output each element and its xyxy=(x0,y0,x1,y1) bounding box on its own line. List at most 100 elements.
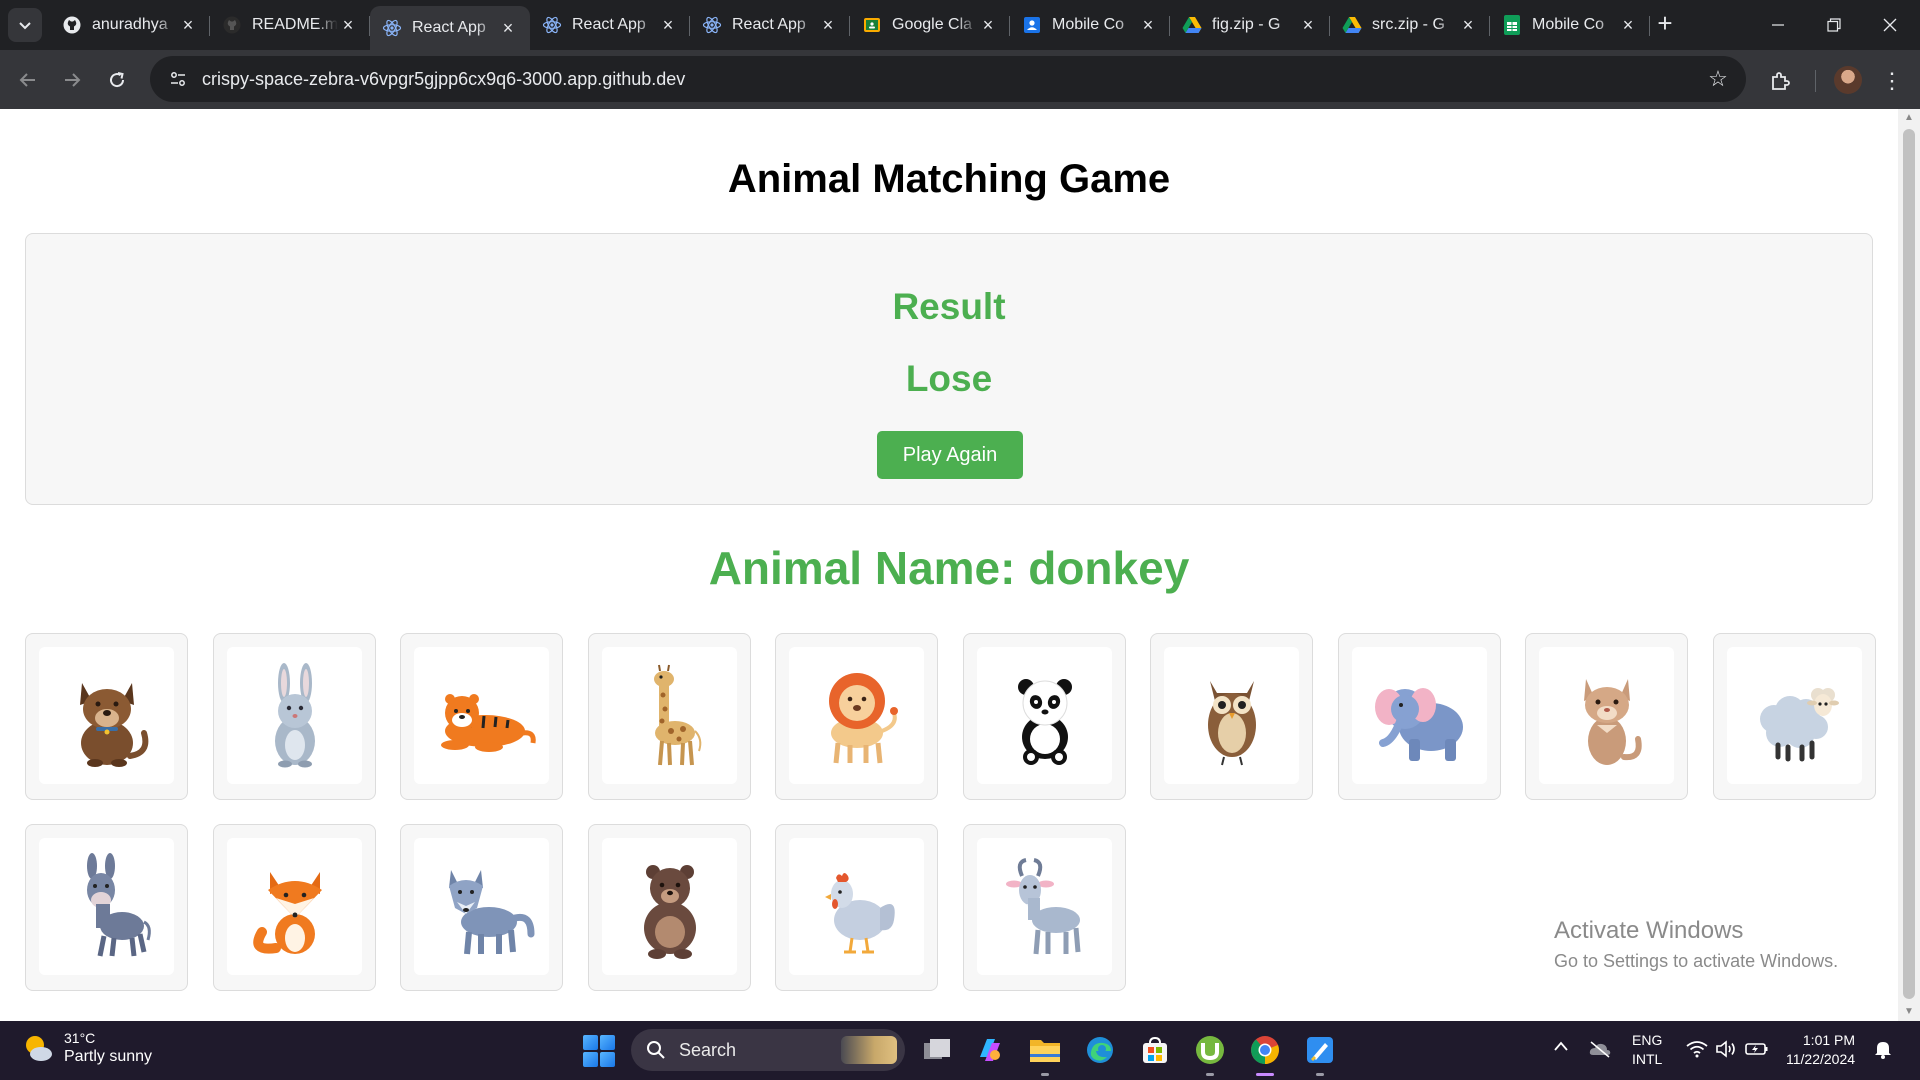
animal-card-sheep[interactable] xyxy=(1713,633,1876,800)
taskbar-chrome[interactable] xyxy=(1247,1032,1283,1076)
tab-title: Google Cla xyxy=(892,16,973,33)
page-scrollbar[interactable]: ▲ ▼ xyxy=(1898,109,1920,1021)
new-tab-button[interactable]: + xyxy=(1650,8,1680,38)
browser-menu-button[interactable]: ⋮ xyxy=(1880,63,1904,99)
wifi-icon[interactable] xyxy=(1684,1036,1710,1062)
animal-card-elephant[interactable] xyxy=(1338,633,1501,800)
browser-tab[interactable]: README.m × xyxy=(210,6,370,44)
tab-title: React App xyxy=(412,19,486,36)
weather-condition: Partly sunny xyxy=(64,1048,153,1065)
onedrive-offline-icon[interactable] xyxy=(1587,1036,1613,1062)
address-bar[interactable]: crispy-space-zebra-v6vpgr5gjpp6cx9q6-300… xyxy=(150,56,1746,102)
taskbar-paint[interactable] xyxy=(1302,1032,1338,1076)
animal-card-cat[interactable] xyxy=(1525,633,1688,800)
restore-button[interactable] xyxy=(1806,0,1862,50)
react-icon xyxy=(382,18,402,38)
store-icon xyxy=(1143,1036,1167,1063)
sheep-icon xyxy=(1759,687,1839,761)
taskbar-search-box[interactable]: Search xyxy=(631,1029,905,1071)
google-drive-icon xyxy=(1342,15,1362,35)
close-icon[interactable]: × xyxy=(338,15,358,36)
close-icon[interactable]: × xyxy=(498,18,518,39)
bookmark-star-icon[interactable]: ☆ xyxy=(1698,66,1738,92)
animal-card-owl[interactable] xyxy=(1150,633,1313,800)
reload-button[interactable] xyxy=(101,64,133,96)
browser-tab[interactable]: Google Cla × xyxy=(850,6,1010,44)
tab-title: README.m xyxy=(252,16,338,33)
weather-widget[interactable]: 31°C Partly sunny xyxy=(22,1029,152,1067)
close-window-button[interactable] xyxy=(1862,0,1918,50)
input-language-indicator[interactable]: ENG INTL xyxy=(1632,1031,1662,1069)
site-info-icon[interactable] xyxy=(156,70,200,88)
volume-icon[interactable] xyxy=(1713,1036,1739,1062)
taskbar-utorrent[interactable] xyxy=(1192,1032,1228,1076)
scroll-up-arrow-icon[interactable]: ▲ xyxy=(1898,109,1920,127)
animal-card-panda[interactable] xyxy=(963,633,1126,800)
rabbit-icon xyxy=(274,662,315,767)
animal-card-tiger[interactable] xyxy=(400,633,563,800)
tab-search-button[interactable] xyxy=(8,8,42,42)
browser-tab[interactable]: fig.zip - G × xyxy=(1170,6,1330,44)
animal-card-dog[interactable] xyxy=(25,633,188,800)
tab-title: Mobile Co xyxy=(1532,16,1605,33)
browser-toolbar: crispy-space-zebra-v6vpgr5gjpp6cx9q6-300… xyxy=(0,50,1920,109)
taskbar-ms-store[interactable] xyxy=(1137,1032,1173,1068)
lion-icon xyxy=(828,672,898,763)
battery-charging-icon[interactable] xyxy=(1744,1036,1770,1062)
animal-card-wolf[interactable] xyxy=(400,824,563,991)
browser-tab[interactable]: Mobile Co × xyxy=(1490,6,1650,44)
extensions-button[interactable] xyxy=(1762,63,1798,99)
clock-time: 1:01 PM xyxy=(1802,1032,1856,1048)
cat-icon xyxy=(1583,678,1642,765)
browser-tab[interactable]: React App × xyxy=(530,6,690,44)
profile-avatar[interactable] xyxy=(1834,66,1862,94)
edge-icon xyxy=(1087,1037,1113,1063)
close-icon[interactable]: × xyxy=(1138,15,1158,36)
reload-icon xyxy=(110,72,125,88)
scroll-down-arrow-icon[interactable]: ▼ xyxy=(1898,1003,1920,1021)
scrollbar-thumb[interactable] xyxy=(1903,129,1915,999)
taskbar-file-explorer[interactable] xyxy=(1027,1032,1063,1076)
animal-card-hen[interactable] xyxy=(775,824,938,991)
github-icon xyxy=(62,15,82,35)
browser-tab[interactable]: Mobile Co × xyxy=(1010,6,1170,44)
fox-icon xyxy=(252,871,322,954)
animal-card-rabbit[interactable] xyxy=(213,633,376,800)
start-button[interactable] xyxy=(583,1035,615,1067)
minimize-button[interactable] xyxy=(1750,0,1806,50)
close-icon[interactable]: × xyxy=(978,15,998,36)
animal-card-lion[interactable] xyxy=(775,633,938,800)
close-icon[interactable]: × xyxy=(658,15,678,36)
tab-title: React App xyxy=(732,16,806,33)
owl-icon xyxy=(1207,680,1256,765)
system-clock[interactable]: 1:01 PM 11/22/2024 xyxy=(1786,1031,1855,1069)
react-icon xyxy=(542,15,562,35)
browser-tab-active[interactable]: React App × xyxy=(370,6,530,50)
taskbar-edge[interactable] xyxy=(1082,1032,1118,1068)
close-icon[interactable]: × xyxy=(1298,15,1318,36)
arrow-right-icon xyxy=(65,73,81,87)
taskbar-task-view[interactable] xyxy=(919,1032,955,1068)
animal-card-donkey[interactable] xyxy=(25,824,188,991)
browser-tab[interactable]: React App × xyxy=(690,6,850,44)
close-icon[interactable]: × xyxy=(178,15,198,36)
animal-card-giraffe[interactable] xyxy=(588,633,751,800)
taskbar-copilot[interactable] xyxy=(972,1032,1008,1068)
notification-bell-icon[interactable] xyxy=(1874,1039,1892,1064)
back-button[interactable] xyxy=(12,64,44,96)
close-icon[interactable]: × xyxy=(1618,15,1638,36)
close-icon[interactable]: × xyxy=(818,15,838,36)
dog-icon xyxy=(79,682,148,767)
play-again-button[interactable]: Play Again xyxy=(877,431,1023,479)
browser-tab[interactable]: anuradhya × xyxy=(50,6,210,44)
wolf-icon xyxy=(448,869,534,954)
close-icon[interactable]: × xyxy=(1458,15,1478,36)
forward-button[interactable] xyxy=(56,64,88,96)
tab-title: anuradhya xyxy=(92,16,168,33)
url-text[interactable]: crispy-space-zebra-v6vpgr5gjpp6cx9q6-300… xyxy=(202,69,1698,90)
browser-tab[interactable]: src.zip - G × xyxy=(1330,6,1490,44)
animal-card-bear[interactable] xyxy=(588,824,751,991)
animal-card-goat[interactable] xyxy=(963,824,1126,991)
show-hidden-icons-chevron-icon[interactable] xyxy=(1553,1039,1569,1055)
animal-card-fox[interactable] xyxy=(213,824,376,991)
